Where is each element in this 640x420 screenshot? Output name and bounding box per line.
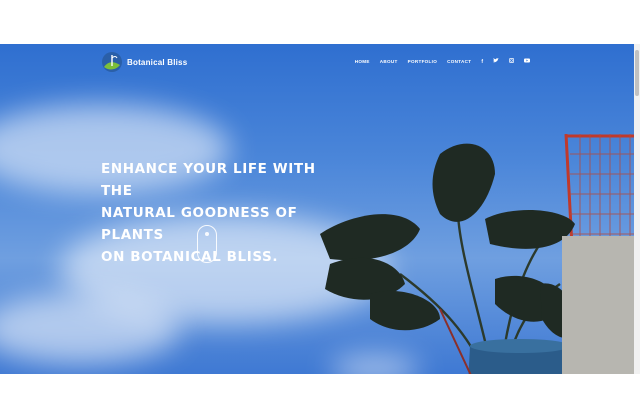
nav-contact[interactable]: CONTACT <box>447 59 471 64</box>
brand-name: Botanical Bliss <box>127 57 188 67</box>
facebook-icon[interactable]: f <box>481 59 483 65</box>
brand-logo[interactable]: Botanical Bliss <box>102 52 187 72</box>
site-header: Botanical Bliss HOME ABOUT PORTFOLIO CON… <box>0 44 634 78</box>
youtube-icon[interactable] <box>524 58 530 65</box>
nav-home[interactable]: HOME <box>355 59 370 64</box>
page-scrollbar[interactable] <box>634 44 640 374</box>
scrollbar-thumb[interactable] <box>635 50 639 96</box>
scroll-dot-icon <box>205 232 209 236</box>
hero-section: Botanical Bliss HOME ABOUT PORTFOLIO CON… <box>0 44 634 374</box>
main-nav: HOME ABOUT PORTFOLIO CONTACT f <box>355 58 530 65</box>
scroll-down-indicator[interactable] <box>197 225 217 263</box>
hero-line-1: ENHANCE YOUR LIFE WITH THE <box>101 161 316 199</box>
nav-about[interactable]: ABOUT <box>380 59 398 64</box>
leaf-logo-icon <box>102 52 122 72</box>
instagram-icon[interactable] <box>509 58 514 65</box>
nav-portfolio[interactable]: PORTFOLIO <box>408 59 438 64</box>
twitter-icon[interactable] <box>493 58 499 65</box>
concrete-wall <box>562 236 634 374</box>
